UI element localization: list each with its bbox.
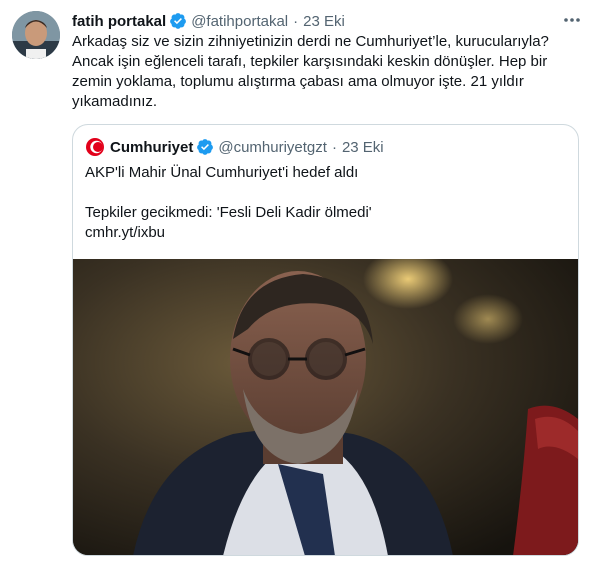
quoted-tweet[interactable]: Cumhuriyet @cumhuriyetgzt · 23 Eki AKP'l… — [72, 124, 579, 556]
tweet-text-line: Arkadaş siz ve sizin zihniyetinizin derd… — [72, 33, 549, 50]
tweet-text-line: yıkamadınız. — [72, 93, 158, 110]
tweet[interactable]: fatih portakal @fatihportakal · 23 Eki A… — [0, 0, 596, 567]
quoted-tweet-header: Cumhuriyet @cumhuriyetgzt · 23 Eki — [85, 137, 384, 157]
quoted-link[interactable]: cmhr.yt/ixbu — [85, 223, 565, 243]
separator-dot: · — [331, 138, 337, 156]
separator-dot: · — [293, 12, 299, 30]
verified-badge-icon — [170, 13, 187, 29]
quoted-author-handle[interactable]: @cumhuriyetgzt — [218, 139, 327, 156]
quoted-author-name[interactable]: Cumhuriyet — [110, 139, 193, 156]
author-avatar[interactable] — [12, 11, 60, 59]
author-name[interactable]: fatih portakal — [72, 13, 166, 30]
quoted-tweet-image[interactable] — [73, 259, 578, 555]
quoted-subline: Tepkiler gecikmedi: 'Fesli Deli Kadir öl… — [85, 204, 372, 221]
tweet-header: fatih portakal @fatihportakal · 23 Eki — [72, 11, 345, 31]
quoted-headline: AKP'li Mahir Ünal Cumhuriyet'i hedef ald… — [85, 164, 359, 181]
author-handle[interactable]: @fatihportakal — [191, 13, 288, 30]
tweet-text: Arkadaş siz ve sizin zihniyetinizin derd… — [72, 32, 582, 112]
verified-badge-icon — [197, 139, 214, 155]
tweet-text-line: zemin yoklama, toplumu alıştırma çabası … — [72, 73, 524, 90]
tweet-text-line: Ancak işin eğlenceli tarafı, tepkiler ka… — [72, 53, 548, 70]
tweet-date[interactable]: 23 Eki — [303, 13, 345, 30]
quoted-tweet-date[interactable]: 23 Eki — [342, 139, 384, 156]
cumhuriyet-logo-icon — [85, 137, 105, 157]
more-options-icon[interactable] — [562, 10, 582, 30]
quoted-tweet-text: AKP'li Mahir Ünal Cumhuriyet'i hedef ald… — [85, 163, 565, 243]
